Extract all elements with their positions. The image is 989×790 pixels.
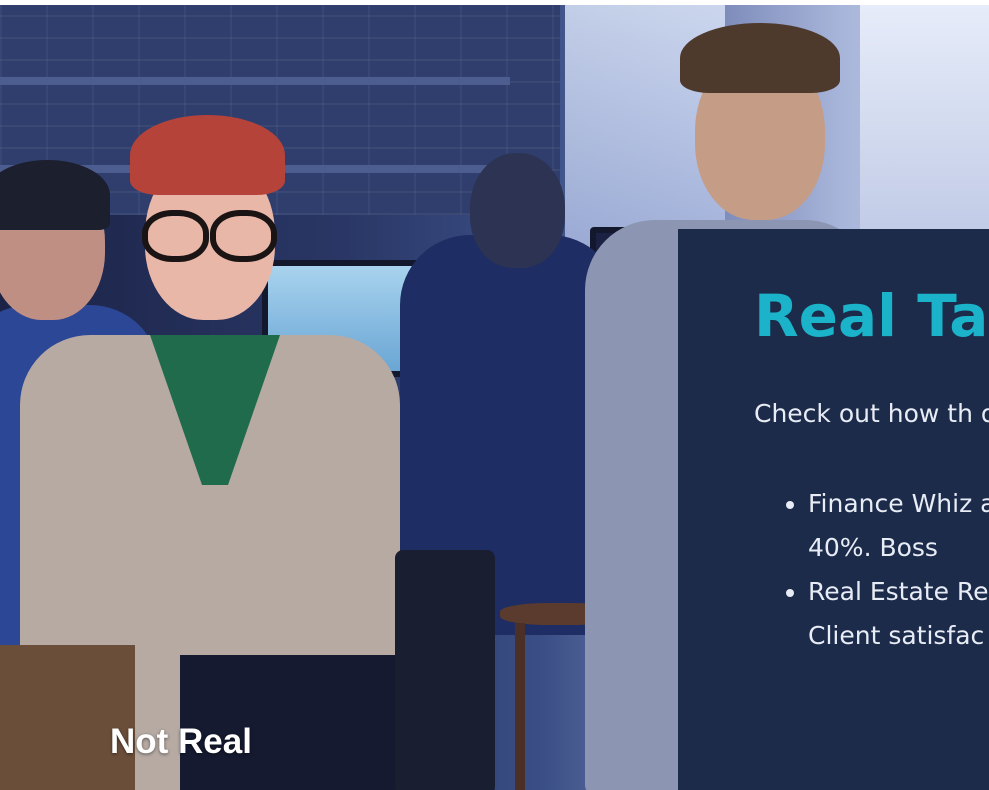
panel-list: Finance Whiz and Tome for by 40%. Boss R… <box>778 482 989 658</box>
info-panel: Real Tal Check out how th dominate: Fina… <box>678 229 989 790</box>
list-item: Finance Whiz and Tome for by 40%. Boss <box>808 482 989 570</box>
desk <box>0 645 135 790</box>
chair <box>395 550 495 790</box>
panel-intro: Check out how th dominate: <box>754 399 989 428</box>
window <box>860 5 989 235</box>
list-item: Real Estate Re candy interio Client sati… <box>808 570 989 658</box>
slide: Not Real Real Tal Check out how th domin… <box>0 0 989 790</box>
caption-label: Not Real <box>110 722 252 761</box>
panel-title: Real Tal <box>754 282 989 350</box>
shelf <box>0 77 510 85</box>
